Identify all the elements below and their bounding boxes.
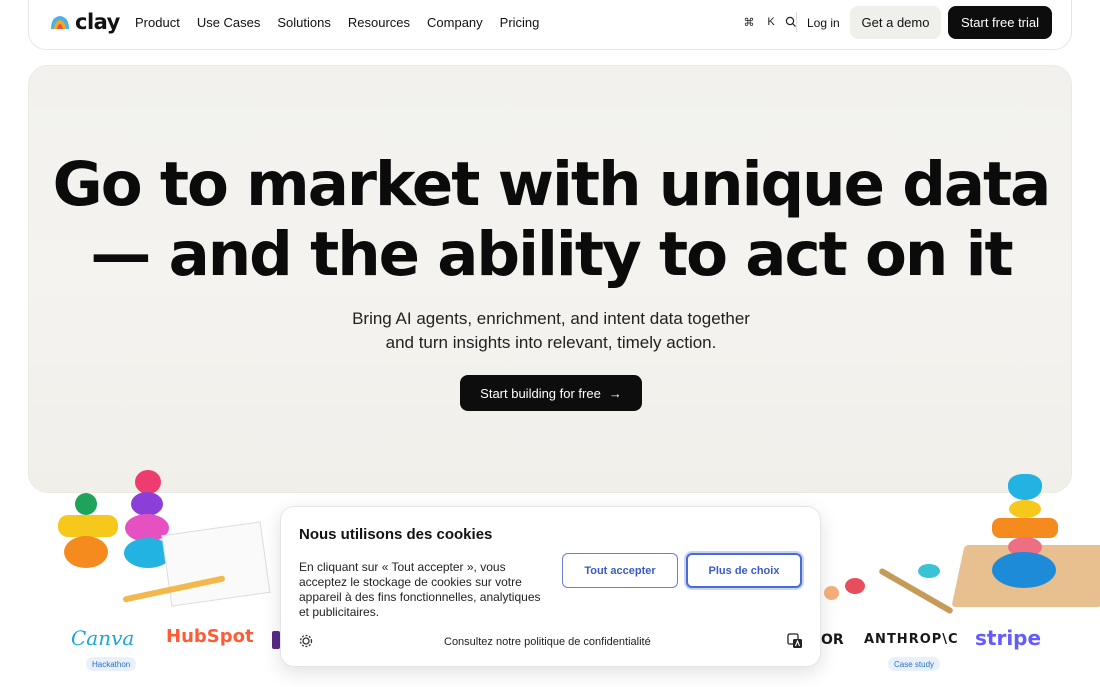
nav-company[interactable]: Company	[427, 15, 483, 30]
nav-product[interactable]: Product	[135, 15, 180, 30]
nav-divider	[796, 12, 797, 32]
nav-pricing[interactable]: Pricing	[500, 15, 540, 30]
more-choices-button[interactable]: Plus de choix	[686, 553, 802, 588]
hero-title-line2: — and the ability to act on it	[90, 219, 1013, 290]
login-link[interactable]: Log in	[807, 16, 840, 30]
cookie-body: En cliquant sur « Tout accepter », vous …	[299, 560, 541, 619]
gear-icon[interactable]	[299, 634, 313, 648]
anthropic-tag[interactable]: Case study	[888, 657, 941, 671]
clay-blue-blob	[992, 552, 1056, 588]
hero-section: Go to market with unique data — and the …	[28, 65, 1072, 493]
translate-icon[interactable]	[787, 633, 803, 649]
nav-use-cases[interactable]: Use Cases	[197, 15, 261, 30]
logo-canva: Canva	[71, 626, 135, 650]
accept-all-button[interactable]: Tout accepter	[562, 553, 678, 588]
hero-title: Go to market with unique data — and the …	[29, 150, 1073, 290]
clay-teal-dot	[918, 564, 940, 578]
clay-logo-icon	[51, 16, 69, 29]
clay-green-blob	[75, 493, 97, 515]
clay-peach-dot	[824, 586, 839, 600]
arrow-right-icon: →	[608, 385, 622, 401]
privacy-policy-link[interactable]: Consultez notre politique de confidentia…	[444, 636, 651, 648]
shortcut-key: K	[767, 16, 775, 28]
hero-subtitle: Bring AI agents, enrichment, and intent …	[29, 307, 1073, 355]
logo-partial-or: OR	[821, 632, 844, 648]
logo-partial-purple	[272, 631, 280, 649]
clay-yellow-bar	[58, 515, 118, 537]
paper-sheet	[161, 521, 271, 607]
start-building-label: Start building for free	[480, 385, 601, 401]
hero-title-line1: Go to market with unique data	[52, 149, 1052, 220]
clay-orange-bar	[992, 518, 1058, 538]
brand-name: clay	[75, 10, 120, 34]
command-icon: ⌘	[743, 16, 755, 29]
clay-red-dot	[845, 578, 865, 594]
clay-pink-blob	[135, 470, 161, 494]
cookie-banner: Nous utilisons des cookies En cliquant s…	[280, 506, 821, 667]
hero-subtitle-line2: and turn insights into relevant, timely …	[385, 333, 717, 352]
get-demo-button[interactable]: Get a demo	[850, 6, 941, 39]
nav-resources[interactable]: Resources	[348, 15, 410, 30]
cookie-title: Nous utilisons des cookies	[299, 526, 493, 543]
clay-yellow-blob	[1009, 500, 1041, 518]
start-building-button[interactable]: Start building for free →	[460, 375, 642, 411]
hero-subtitle-line1: Bring AI agents, enrichment, and intent …	[352, 309, 750, 328]
logo-hubspot: HubSpot	[166, 626, 254, 647]
brand-logo[interactable]: clay	[49, 10, 120, 34]
top-nav: clay Product Use Cases Solutions Resourc…	[28, 0, 1072, 50]
clay-cyan-cone	[1008, 474, 1042, 500]
clay-purple-blob	[131, 492, 163, 516]
clay-orange-blob	[64, 536, 108, 568]
search-shortcut[interactable]: ⌘ K	[741, 13, 797, 31]
logo-stripe: stripe	[975, 626, 1042, 650]
paint-brush	[878, 567, 954, 615]
nav-solutions[interactable]: Solutions	[277, 15, 330, 30]
logo-anthropic: ANTHROP\C	[864, 632, 959, 647]
nav-links: Product Use Cases Solutions Resources Co…	[135, 15, 539, 30]
start-free-trial-button[interactable]: Start free trial	[948, 6, 1052, 39]
canva-tag[interactable]: Hackathon	[86, 657, 137, 671]
